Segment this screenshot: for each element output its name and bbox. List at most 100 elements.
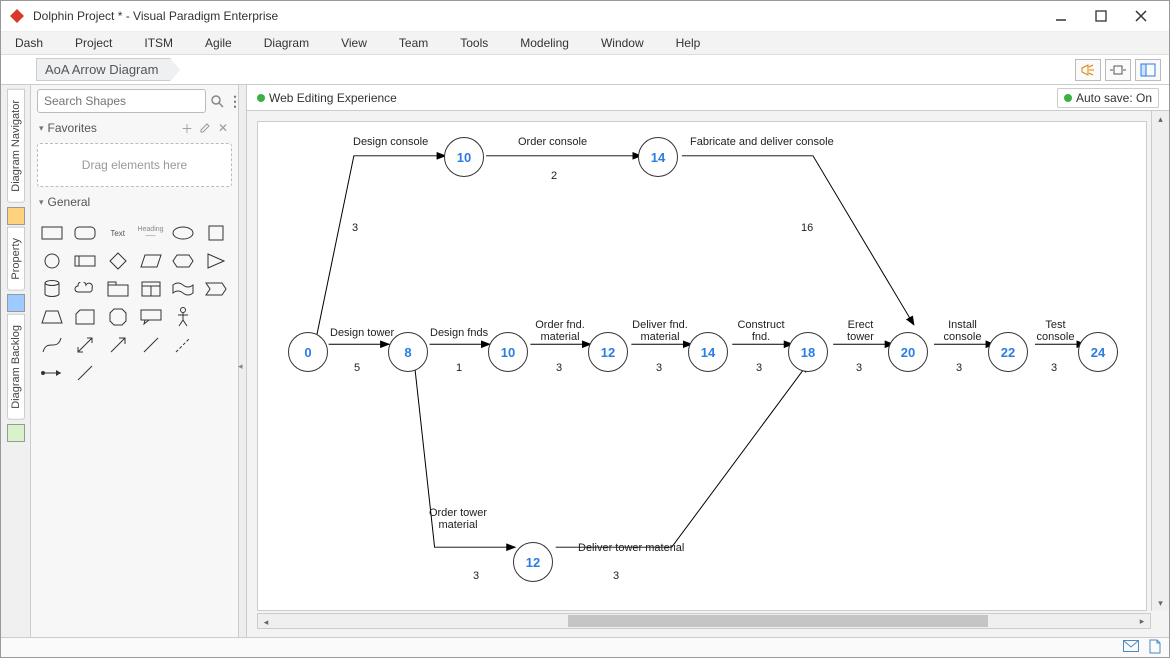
- shape-triangle-icon[interactable]: [203, 251, 229, 271]
- canvas-area: Web Editing Experience Auto save: On: [247, 85, 1169, 637]
- side-tab-icon-1[interactable]: [7, 207, 25, 225]
- shape-rect-icon[interactable]: [39, 223, 65, 243]
- shape-heading-icon[interactable]: Heading──: [138, 223, 164, 243]
- canvas-viewport[interactable]: 0 8 10 12 14 18 20 22 24 10 14 12 Design…: [247, 111, 1169, 637]
- panel-splitter[interactable]: [239, 85, 247, 637]
- shape-card-icon[interactable]: [72, 307, 98, 327]
- node-10-mid[interactable]: 10: [488, 332, 528, 372]
- scroll-down-icon[interactable]: ▾: [1152, 595, 1169, 611]
- menu-help[interactable]: Help: [672, 34, 705, 52]
- shape-bidir-arrow-icon[interactable]: [72, 335, 98, 355]
- search-shapes-input[interactable]: [37, 89, 206, 113]
- shape-simple-line-icon[interactable]: [72, 363, 98, 383]
- favorites-drop-area[interactable]: Drag elements here: [37, 143, 232, 187]
- announce-icon[interactable]: [1075, 59, 1101, 81]
- shape-arrow-open-icon[interactable]: [105, 335, 131, 355]
- mail-icon[interactable]: [1123, 640, 1139, 655]
- shape-line-icon[interactable]: [138, 335, 164, 355]
- shape-roundrect-icon[interactable]: [72, 223, 98, 243]
- node-14-mid[interactable]: 14: [688, 332, 728, 372]
- shape-ellipse-icon[interactable]: [170, 223, 196, 243]
- edge-duration: 3: [656, 362, 662, 374]
- node-22[interactable]: 22: [988, 332, 1028, 372]
- shape-label-icon[interactable]: [72, 251, 98, 271]
- shape-cloud-icon[interactable]: [72, 279, 98, 299]
- shape-diamond-icon[interactable]: [105, 251, 131, 271]
- shape-text-icon[interactable]: Text: [105, 223, 131, 243]
- scroll-right-icon[interactable]: ▸: [1134, 614, 1150, 628]
- general-header[interactable]: ▾ General: [37, 191, 232, 213]
- shape-trapezoid-icon[interactable]: [39, 307, 65, 327]
- window-close-button[interactable]: [1121, 2, 1161, 30]
- node-12-bot[interactable]: 12: [513, 542, 553, 582]
- horizontal-scrollbar[interactable]: ◂ ▸: [257, 613, 1151, 629]
- shape-cylinder-icon[interactable]: [39, 279, 65, 299]
- shapes-panel: ⋮ ▾ Favorites ＋ ✕ Drag elements here ▾ G…: [31, 85, 239, 637]
- shape-circle-icon[interactable]: [39, 251, 65, 271]
- side-tab-property[interactable]: Property: [7, 227, 25, 291]
- menu-project[interactable]: Project: [71, 34, 116, 52]
- menu-agile[interactable]: Agile: [201, 34, 236, 52]
- shape-curve-icon[interactable]: [39, 335, 65, 355]
- menu-team[interactable]: Team: [395, 34, 432, 52]
- shape-hexagon-icon[interactable]: [170, 251, 196, 271]
- window-maximize-button[interactable]: [1081, 2, 1121, 30]
- canvas-status-left: Web Editing Experience: [257, 91, 397, 105]
- menu-window[interactable]: Window: [597, 34, 648, 52]
- side-tab-diagram-backlog[interactable]: Diagram Backlog: [7, 314, 25, 420]
- breadcrumb[interactable]: AoA Arrow Diagram: [36, 58, 171, 81]
- side-tab-strip: Diagram Navigator Property Diagram Backl…: [1, 85, 31, 637]
- shape-square-icon[interactable]: [203, 223, 229, 243]
- search-icon[interactable]: [210, 93, 224, 109]
- collapse-icon: ▾: [39, 123, 44, 134]
- window-titlebar: Dolphin Project * - Visual Paradigm Ente…: [1, 1, 1169, 31]
- shape-callout-icon[interactable]: [138, 307, 164, 327]
- close-favorite-icon[interactable]: ✕: [216, 121, 230, 135]
- edge-duration: 3: [473, 570, 479, 582]
- node-12-mid[interactable]: 12: [588, 332, 628, 372]
- node-label: 20: [901, 345, 915, 360]
- auto-save-toggle[interactable]: Auto save: On: [1057, 88, 1159, 108]
- edit-favorite-icon[interactable]: [198, 121, 212, 135]
- switch-view-icon[interactable]: [1135, 59, 1161, 81]
- shape-table-icon[interactable]: [138, 279, 164, 299]
- vertical-scrollbar[interactable]: ▴ ▾: [1151, 111, 1169, 611]
- shape-step-icon[interactable]: [203, 279, 229, 299]
- shape-dashed-line-icon[interactable]: [170, 335, 196, 355]
- shape-actor-icon[interactable]: [170, 307, 196, 327]
- node-14-top[interactable]: 14: [638, 137, 678, 177]
- side-tab-icon-3[interactable]: [7, 424, 25, 442]
- side-tab-diagram-navigator[interactable]: Diagram Navigator: [7, 89, 25, 203]
- favorites-header[interactable]: ▾ Favorites ＋ ✕: [37, 117, 232, 139]
- side-tab-icon-2[interactable]: [7, 294, 25, 312]
- node-label: 14: [701, 345, 715, 360]
- canvas-page[interactable]: 0 8 10 12 14 18 20 22 24 10 14 12 Design…: [257, 121, 1147, 611]
- add-favorite-icon[interactable]: ＋: [180, 121, 194, 135]
- shape-package-icon[interactable]: [105, 279, 131, 299]
- fit-width-icon[interactable]: [1105, 59, 1131, 81]
- window-minimize-button[interactable]: [1041, 2, 1081, 30]
- node-18[interactable]: 18: [788, 332, 828, 372]
- menu-itsm[interactable]: ITSM: [140, 34, 177, 52]
- status-dot-icon: [1064, 94, 1072, 102]
- menu-view[interactable]: View: [337, 34, 371, 52]
- node-10-top[interactable]: 10: [444, 137, 484, 177]
- node-20[interactable]: 20: [888, 332, 928, 372]
- menu-tools[interactable]: Tools: [456, 34, 492, 52]
- shape-tape-icon[interactable]: [170, 279, 196, 299]
- top-strip: AoA Arrow Diagram: [1, 55, 1169, 85]
- menu-modeling[interactable]: Modeling: [516, 34, 573, 52]
- scroll-up-icon[interactable]: ▴: [1152, 111, 1169, 127]
- shape-octagon-icon[interactable]: [105, 307, 131, 327]
- scrollbar-thumb[interactable]: [568, 615, 988, 627]
- scroll-left-icon[interactable]: ◂: [258, 616, 274, 630]
- breadcrumb-current[interactable]: AoA Arrow Diagram: [36, 58, 171, 81]
- menu-dash[interactable]: Dash: [11, 34, 47, 52]
- shape-parallelogram-icon[interactable]: [138, 251, 164, 271]
- document-icon[interactable]: [1149, 639, 1161, 657]
- menu-diagram[interactable]: Diagram: [260, 34, 313, 52]
- node-24[interactable]: 24: [1078, 332, 1118, 372]
- shape-connector-icon[interactable]: [39, 363, 65, 383]
- node-0[interactable]: 0: [288, 332, 328, 372]
- node-label: 22: [1001, 345, 1015, 360]
